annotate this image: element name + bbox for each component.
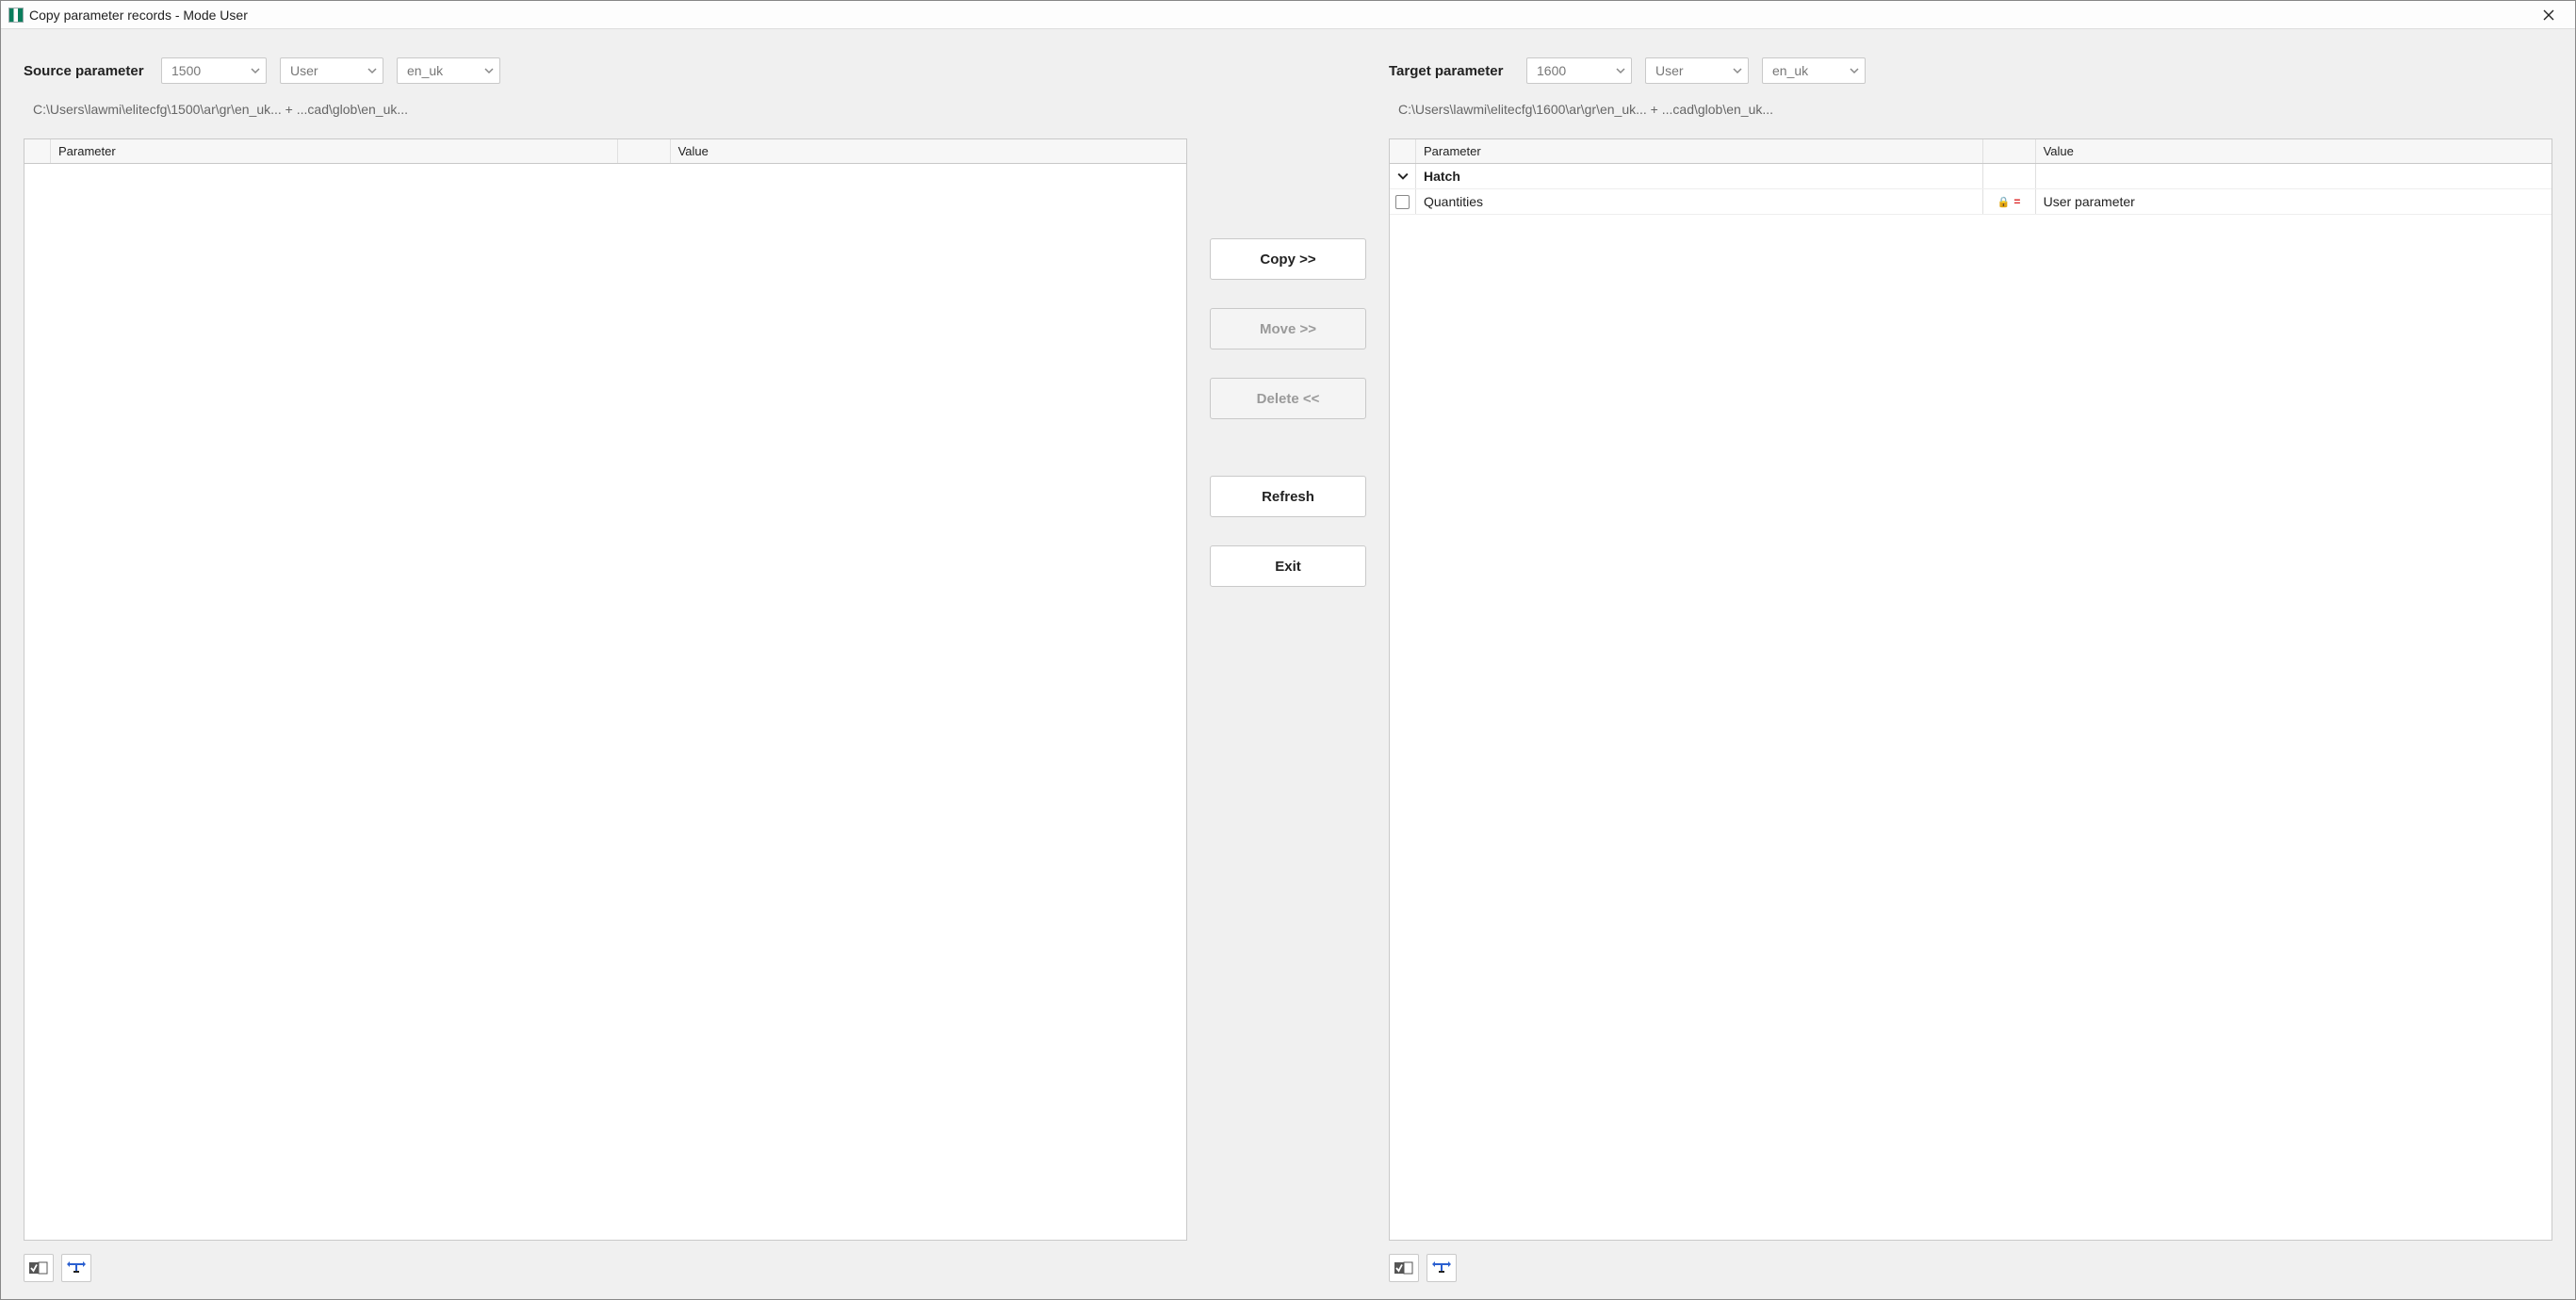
target-version-select[interactable]: 1600 bbox=[1526, 57, 1632, 84]
chevron-down-icon bbox=[484, 63, 494, 78]
target-lang-select[interactable]: en_uk bbox=[1762, 57, 1866, 84]
target-table-head: Parameter Value bbox=[1390, 139, 2552, 164]
source-table: Parameter Value bbox=[24, 138, 1187, 1241]
table-row[interactable]: Quantities🔒=User parameter bbox=[1390, 189, 2552, 215]
target-header: Target parameter 1600 User en_uk bbox=[1389, 57, 2552, 84]
target-path: C:\Users\lawmi\elitecfg\1600\ar\gr\en_uk… bbox=[1389, 97, 2552, 122]
content: Source parameter 1500 User en_uk C:\User… bbox=[1, 29, 2575, 1299]
target-lang-value: en_uk bbox=[1772, 63, 1808, 78]
row-checkbox[interactable] bbox=[1390, 189, 1416, 214]
row-parameter: Hatch bbox=[1416, 164, 1983, 188]
target-footer-icons bbox=[1389, 1254, 2552, 1282]
chevron-down-icon bbox=[1397, 171, 1409, 182]
chevron-down-icon bbox=[1850, 63, 1859, 78]
target-label: Target parameter bbox=[1389, 63, 1513, 79]
select-all-button[interactable] bbox=[1389, 1254, 1419, 1282]
expand-collapse-icon bbox=[1431, 1259, 1452, 1276]
chevron-down-icon bbox=[1733, 63, 1742, 78]
checkbox-icon bbox=[1395, 195, 1410, 209]
col-toggle bbox=[1390, 139, 1416, 163]
close-button[interactable] bbox=[2530, 1, 2568, 28]
col-parameter: Parameter bbox=[51, 139, 618, 163]
source-lang-select[interactable]: en_uk bbox=[397, 57, 500, 84]
source-table-body bbox=[24, 164, 1186, 1240]
target-version-value: 1600 bbox=[1537, 63, 1566, 78]
source-lang-value: en_uk bbox=[407, 63, 443, 78]
source-table-head: Parameter Value bbox=[24, 139, 1186, 164]
expand-toggle[interactable] bbox=[1390, 164, 1416, 188]
target-panel: Target parameter 1600 User en_uk C:\User… bbox=[1389, 57, 2552, 1282]
source-label: Source parameter bbox=[24, 63, 148, 79]
app-icon bbox=[8, 8, 24, 23]
target-role-value: User bbox=[1655, 63, 1684, 78]
delete-button[interactable]: Delete << bbox=[1210, 378, 1366, 419]
lock-icon: 🔒 bbox=[1997, 196, 2011, 208]
source-role-select[interactable]: User bbox=[280, 57, 383, 84]
equals-icon: = bbox=[2014, 195, 2020, 208]
move-button[interactable]: Move >> bbox=[1210, 308, 1366, 349]
col-icon bbox=[618, 139, 671, 163]
expand-collapse-button[interactable] bbox=[1427, 1254, 1457, 1282]
window: Copy parameter records - Mode User Sourc… bbox=[0, 0, 2576, 1300]
source-version-value: 1500 bbox=[171, 63, 201, 78]
action-column: Copy >> Move >> Delete << Refresh Exit bbox=[1210, 57, 1366, 1282]
chevron-down-icon bbox=[1616, 63, 1625, 78]
target-table-body: HatchQuantities🔒=User parameter bbox=[1390, 164, 2552, 1240]
row-value: User parameter bbox=[2036, 189, 2552, 214]
chevron-down-icon bbox=[251, 63, 260, 78]
col-value: Value bbox=[671, 139, 1186, 163]
window-title: Copy parameter records - Mode User bbox=[29, 8, 248, 23]
select-all-icon bbox=[29, 1261, 48, 1275]
source-footer-icons bbox=[24, 1254, 1187, 1282]
expand-collapse-button[interactable] bbox=[61, 1254, 91, 1282]
source-path: C:\Users\lawmi\elitecfg\1500\ar\gr\en_uk… bbox=[24, 97, 1187, 122]
copy-button[interactable]: Copy >> bbox=[1210, 238, 1366, 280]
chevron-down-icon bbox=[367, 63, 377, 78]
source-role-value: User bbox=[290, 63, 318, 78]
source-version-select[interactable]: 1500 bbox=[161, 57, 267, 84]
row-value bbox=[2036, 164, 2552, 188]
exit-button[interactable]: Exit bbox=[1210, 545, 1366, 587]
select-all-button[interactable] bbox=[24, 1254, 54, 1282]
titlebar: Copy parameter records - Mode User bbox=[1, 1, 2575, 29]
refresh-button[interactable]: Refresh bbox=[1210, 476, 1366, 517]
close-icon bbox=[2543, 9, 2554, 21]
source-header: Source parameter 1500 User en_uk bbox=[24, 57, 1187, 84]
table-row[interactable]: Hatch bbox=[1390, 164, 2552, 189]
col-parameter: Parameter bbox=[1416, 139, 1983, 163]
source-panel: Source parameter 1500 User en_uk C:\User… bbox=[24, 57, 1187, 1282]
select-all-icon bbox=[1394, 1261, 1413, 1275]
target-role-select[interactable]: User bbox=[1645, 57, 1749, 84]
row-status bbox=[1983, 164, 2036, 188]
expand-collapse-icon bbox=[66, 1259, 87, 1276]
row-status: 🔒= bbox=[1983, 189, 2036, 214]
col-icon bbox=[1983, 139, 2036, 163]
row-parameter: Quantities bbox=[1416, 189, 1983, 214]
col-toggle bbox=[24, 139, 51, 163]
col-value: Value bbox=[2036, 139, 2552, 163]
target-table: Parameter Value HatchQuantities🔒=User pa… bbox=[1389, 138, 2552, 1241]
